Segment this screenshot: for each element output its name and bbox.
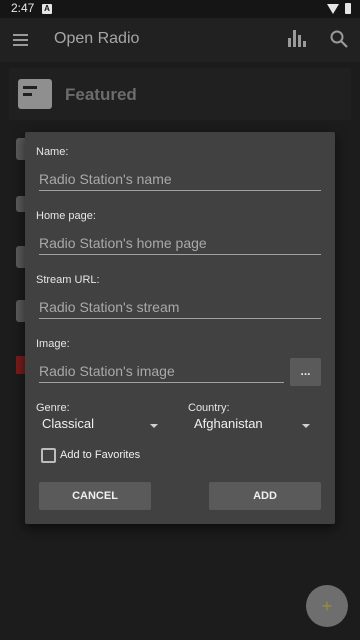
chevron-down-icon (150, 424, 158, 428)
browse-image-button[interactable]: ... (290, 358, 321, 386)
country-select[interactable]: Afghanistan (194, 416, 314, 436)
image-label: Image: (36, 338, 70, 350)
genre-select[interactable]: Classical (42, 416, 160, 436)
home-page-field-line (39, 232, 321, 255)
genre-value: Classical (42, 416, 95, 431)
status-time: 2:47 (11, 1, 35, 15)
battery-icon (345, 3, 351, 14)
status-bar: 2:47 A (0, 0, 360, 18)
featured-label: Featured (65, 85, 137, 104)
home-page-label: Home page: (36, 210, 96, 222)
featured-category[interactable]: Featured (9, 68, 351, 120)
stream-url-input[interactable] (39, 296, 321, 318)
name-input[interactable] (39, 168, 321, 190)
app-title: Open Radio (54, 30, 140, 47)
name-field-line (39, 168, 321, 191)
name-label: Name: (36, 146, 69, 158)
add-station-fab[interactable]: + (306, 585, 348, 627)
stream-url-field-line (39, 296, 321, 319)
image-field-line (39, 360, 284, 383)
featured-icon (18, 79, 52, 109)
cancel-button[interactable]: CANCEL (39, 482, 151, 510)
menu-icon[interactable] (13, 34, 28, 46)
favorites-label: Add to Favorites (60, 449, 141, 461)
notification-icon: A (42, 4, 52, 14)
equalizer-icon[interactable] (288, 30, 306, 47)
add-button[interactable]: ADD (209, 482, 321, 510)
favorites-checkbox[interactable] (41, 448, 56, 463)
country-label: Country: (188, 402, 230, 414)
stream-url-label: Stream URL: (36, 274, 100, 286)
app-bar: Open Radio (0, 18, 360, 62)
country-value: Afghanistan (194, 416, 263, 431)
genre-label: Genre: (36, 402, 70, 414)
image-input[interactable] (39, 360, 284, 382)
wifi-icon (327, 4, 339, 14)
search-icon[interactable] (330, 30, 348, 48)
chevron-down-icon (302, 424, 310, 428)
add-station-dialog: Name: Home page: Stream URL: Image: ... … (25, 132, 335, 524)
home-page-input[interactable] (39, 232, 321, 254)
